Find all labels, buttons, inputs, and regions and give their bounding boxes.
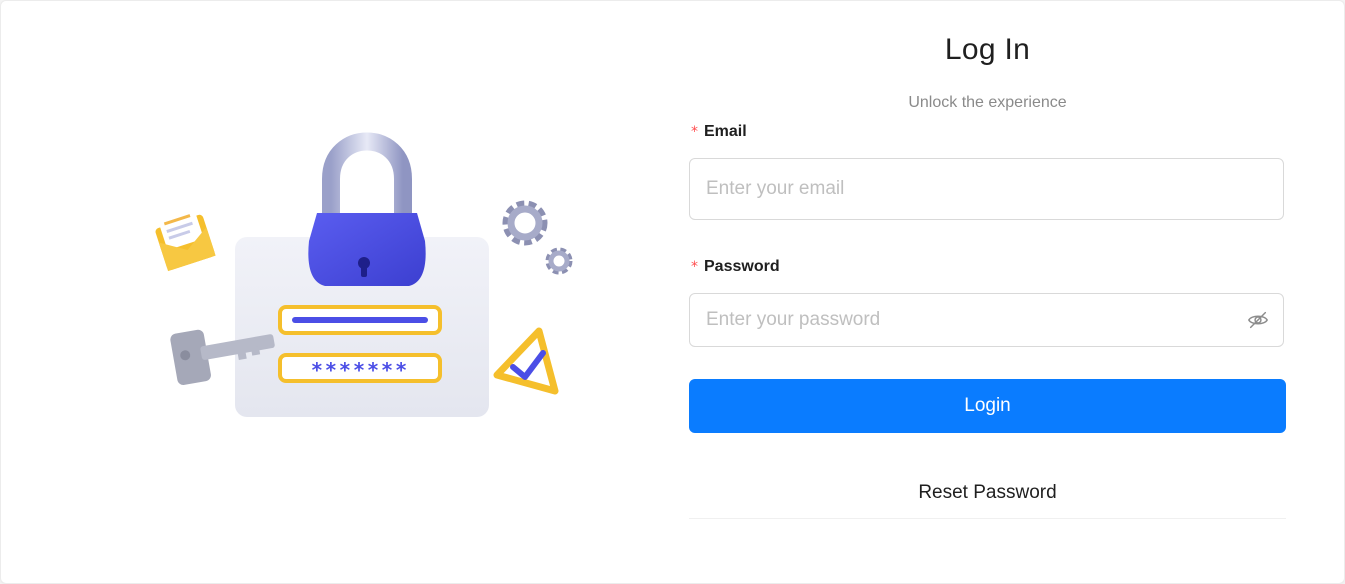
email-label: * Email [691, 123, 747, 141]
warning-check-icon [493, 327, 559, 395]
page-subtitle: Unlock the experience [908, 94, 1067, 111]
eye-off-icon[interactable] [1247, 309, 1269, 331]
password-label-text: Password [704, 258, 780, 275]
password-field[interactable] [690, 294, 1283, 346]
email-field[interactable] [690, 159, 1283, 219]
page-title: Log In [944, 33, 1031, 66]
reset-password-button[interactable]: Reset Password [689, 467, 1286, 519]
padlock-icon [308, 213, 426, 286]
login-button[interactable]: Login [689, 379, 1286, 433]
required-marker: * [691, 259, 698, 275]
password-field-wrapper [689, 293, 1284, 347]
login-card: ******* Log In Unlock the experience * Em… [0, 0, 1345, 584]
envelope-icon [155, 204, 216, 272]
gear-icon [502, 200, 573, 275]
email-label-text: Email [704, 123, 747, 140]
required-marker: * [691, 124, 698, 140]
password-label: * Password [691, 258, 780, 276]
illustration-password-mask: ******* [311, 358, 409, 382]
email-field-wrapper [689, 158, 1284, 220]
security-illustration: ******* [155, 132, 573, 417]
